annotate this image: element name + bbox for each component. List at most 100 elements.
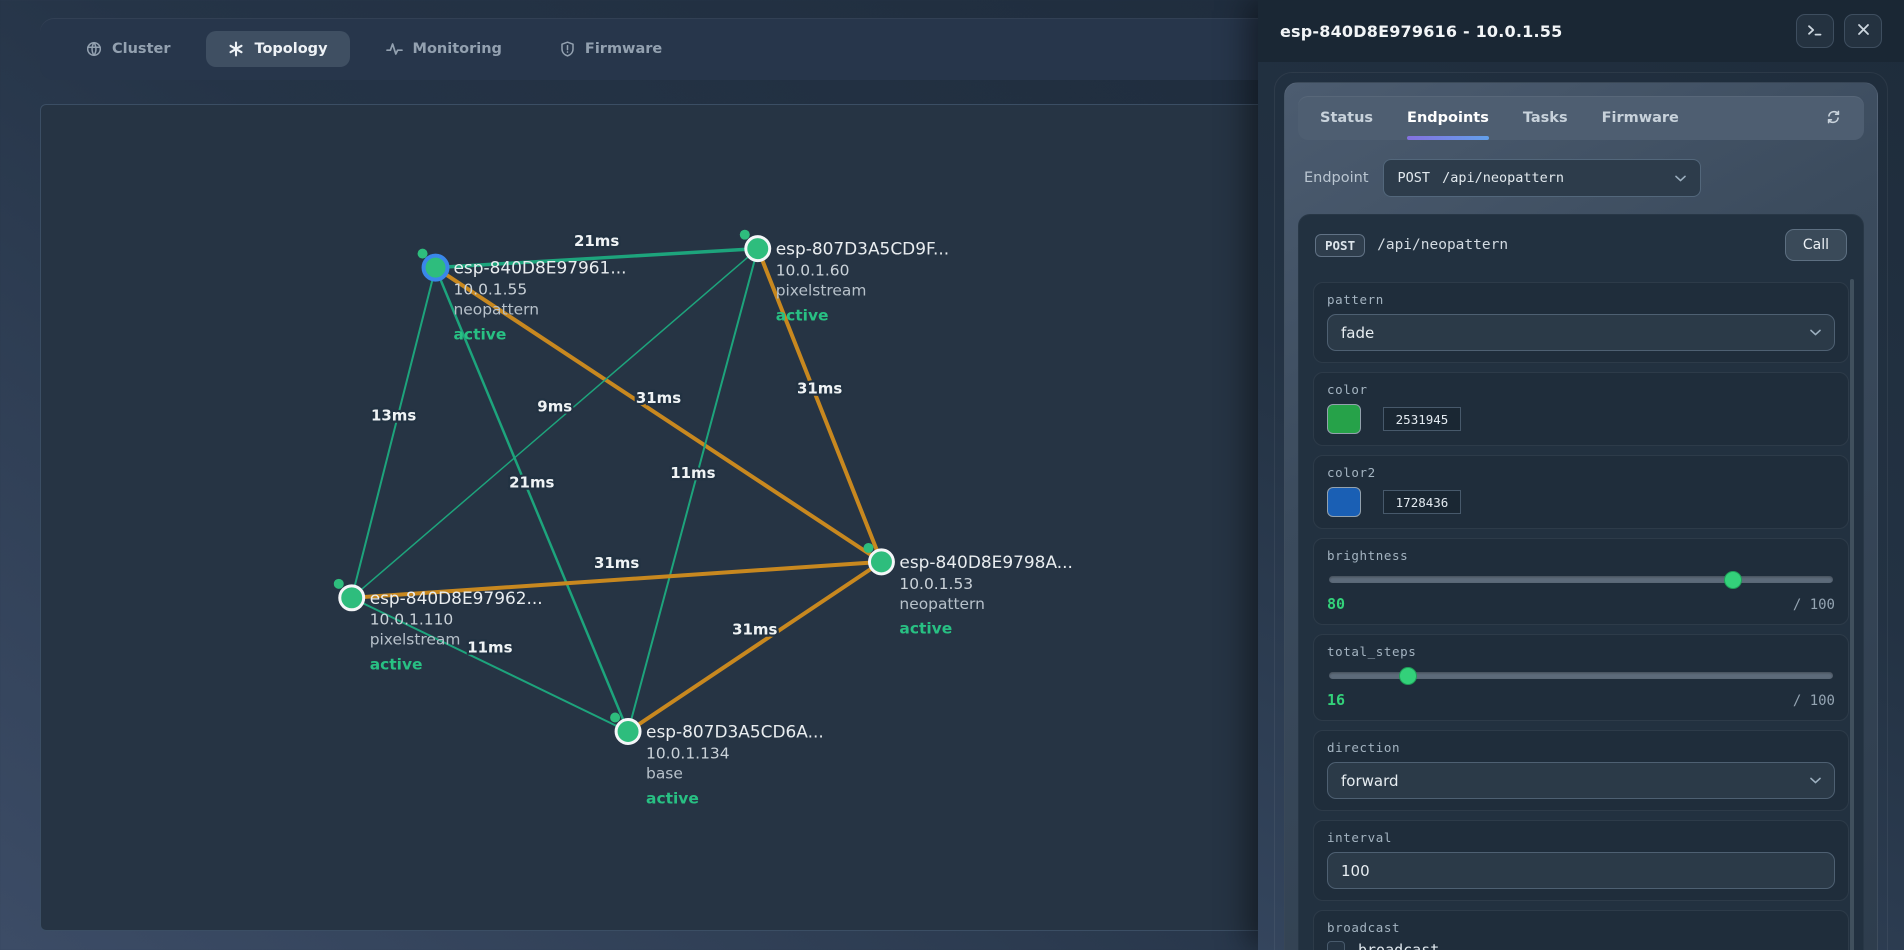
node-status-dot — [334, 579, 344, 589]
node-status-label: active — [776, 306, 829, 324]
field-label: broadcast — [1327, 920, 1835, 935]
node-ip-label: 10.0.1.110 — [370, 611, 454, 629]
device-card: StatusEndpointsTasksFirmware Endpoint PO… — [1284, 82, 1878, 950]
refresh-button[interactable] — [1825, 109, 1842, 128]
nav-tab-monitoring[interactable]: Monitoring — [364, 31, 524, 67]
color-value: 1728436 — [1396, 495, 1449, 510]
color-value-input[interactable]: 2531945 — [1383, 407, 1461, 431]
color2-value-input[interactable]: 1728436 — [1383, 490, 1461, 514]
field-label: color — [1327, 382, 1835, 397]
nav-tab-label: Firmware — [585, 41, 662, 57]
chevron-down-icon — [1810, 777, 1821, 784]
color-value: 2531945 — [1396, 412, 1449, 427]
node-esp-807D3A5CD9F[interactable]: esp-807D3A5CD9F...10.0.1.60pixelstreamac… — [740, 230, 949, 325]
panel-title: esp-840D8E979616 - 10.0.1.55 — [1280, 22, 1562, 41]
topology-graph: 21ms31ms13ms21ms31ms9ms11ms31ms31ms11mse… — [41, 105, 1269, 930]
call-button[interactable]: Call — [1785, 229, 1847, 261]
select-value: fade — [1341, 324, 1374, 342]
slider-value: 80 — [1327, 595, 1345, 613]
nav-tab-label: Topology — [254, 41, 327, 57]
chevron-down-icon — [1675, 175, 1686, 182]
field-brightness: brightness 80 / 100 — [1313, 538, 1849, 625]
total_steps-slider — [1327, 667, 1835, 685]
cluster-icon — [86, 41, 102, 57]
edge-latency-label: 11ms — [670, 464, 715, 482]
panel-tabbar: Status Endpoints Tasks Firmware — [1298, 96, 1864, 140]
tab-status[interactable]: Status — [1320, 96, 1373, 140]
topology-icon — [228, 41, 244, 57]
node-esp-840D8E97962[interactable]: esp-840D8E97962...10.0.1.110pixelstreama… — [334, 579, 543, 674]
node-name-label: esp-807D3A5CD6A... — [646, 721, 824, 741]
edge-latency-label: 31ms — [732, 621, 777, 639]
checkbox-label: broadcast — [1358, 941, 1439, 950]
slider-values: 80 / 100 — [1327, 595, 1835, 613]
field-direction: direction forward — [1313, 730, 1849, 811]
panel-tabs: Status Endpoints Tasks Firmware — [1320, 96, 1679, 140]
node-type-label: neopattern — [453, 300, 539, 318]
nav-tab-label: Monitoring — [413, 41, 502, 57]
nav-tabs: Cluster Topology Monitoring Firmware — [64, 31, 684, 67]
edge-latency-label: 31ms — [594, 554, 639, 572]
endpoint-select[interactable]: POST /api/neopattern — [1383, 159, 1701, 197]
checkbox-row: broadcast — [1327, 941, 1835, 950]
slider-value: 16 — [1327, 691, 1345, 709]
node-type-label: neopattern — [899, 595, 985, 613]
color-row: 2531945 — [1327, 404, 1835, 434]
node-status-dot — [610, 713, 620, 723]
terminal-icon — [1807, 23, 1823, 40]
nav-tab-firmware[interactable]: Firmware — [538, 31, 684, 67]
field-label: color2 — [1327, 465, 1835, 480]
panel-header: esp-840D8E979616 - 10.0.1.55 — [1258, 0, 1904, 62]
node-esp-840D8E9798A[interactable]: esp-840D8E9798A...10.0.1.53neopatternact… — [863, 543, 1072, 638]
nav-tab-cluster[interactable]: Cluster — [64, 31, 192, 67]
node-name-label: esp-807D3A5CD9F... — [776, 239, 949, 259]
node-esp-807D3A5CD6A[interactable]: esp-807D3A5CD6A... 10.0.1.134 base active — [610, 713, 824, 808]
node-circle — [616, 720, 640, 744]
node-type-label: pixelstream — [370, 631, 461, 649]
close-icon — [1857, 23, 1870, 39]
interval-input[interactable]: 100 — [1327, 852, 1835, 889]
tab-firmware[interactable]: Firmware — [1602, 96, 1679, 140]
node-ip-label: 10.0.1.55 — [453, 281, 527, 299]
slider-thumb[interactable] — [1399, 667, 1417, 685]
color2-swatch[interactable] — [1327, 487, 1361, 517]
direction-select[interactable]: forward — [1327, 762, 1835, 799]
edge-latency-label: 9ms — [537, 397, 572, 415]
nav-tab-topology[interactable]: Topology — [206, 31, 349, 67]
node-type-label: base — [646, 764, 683, 782]
tab-endpoints[interactable]: Endpoints — [1407, 96, 1489, 140]
monitoring-icon — [386, 42, 403, 56]
field-label: direction — [1327, 740, 1835, 755]
node-ip-label: 10.0.1.134 — [646, 744, 730, 762]
tab-tasks[interactable]: Tasks — [1523, 96, 1568, 140]
select-value: forward — [1341, 772, 1399, 790]
terminal-button[interactable] — [1796, 14, 1834, 48]
brightness-slider — [1327, 571, 1835, 589]
panel-scrollbar[interactable] — [1850, 279, 1854, 950]
node-status-label: active — [646, 789, 699, 807]
slider-thumb[interactable] — [1724, 571, 1742, 589]
edge-n1-n4 — [352, 268, 436, 598]
field-label: pattern — [1327, 292, 1835, 307]
node-esp-840D8E97961[interactable]: esp-840D8E97961...10.0.1.55neopatternact… — [418, 249, 627, 344]
method-badge: POST — [1315, 234, 1365, 257]
slider-track[interactable] — [1329, 576, 1833, 583]
endpoint-select-path: /api/neopattern — [1442, 170, 1564, 186]
close-button[interactable] — [1844, 14, 1882, 48]
broadcast-checkbox[interactable] — [1327, 941, 1345, 950]
refresh-icon — [1825, 109, 1842, 128]
field-interval: interval100 — [1313, 820, 1849, 901]
pattern-select[interactable]: fade — [1327, 314, 1835, 351]
node-name-label: esp-840D8E97962... — [370, 588, 543, 608]
topology-canvas[interactable]: 21ms31ms13ms21ms31ms9ms11ms31ms31ms11mse… — [40, 104, 1270, 931]
node-status-label: active — [899, 620, 952, 638]
node-circle — [869, 550, 893, 574]
field-pattern: pattern fade — [1313, 282, 1849, 363]
slider-max: / 100 — [1793, 597, 1835, 613]
edge-latency-label: 11ms — [467, 639, 512, 657]
nav-tab-label: Cluster — [112, 41, 170, 57]
input-value: 100 — [1341, 862, 1370, 880]
field-color2: color2 1728436 — [1313, 455, 1849, 529]
field-label: brightness — [1327, 548, 1835, 563]
color-swatch[interactable] — [1327, 404, 1361, 434]
